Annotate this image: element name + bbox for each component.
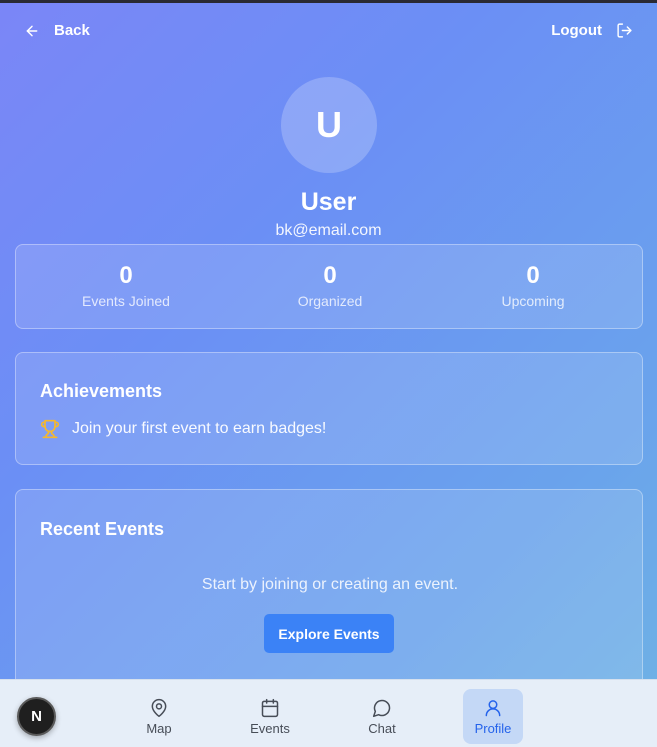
- stat-label: Events Joined: [82, 293, 170, 309]
- achievements-card: Achievements Join your first event to ea…: [15, 352, 643, 465]
- header: Back Logout: [0, 22, 657, 50]
- stat-value: 0: [323, 262, 337, 289]
- map-pin-icon: [149, 698, 169, 718]
- recent-events-empty-text: Start by joining or creating an event.: [201, 576, 459, 593]
- logout-label: Logout: [551, 22, 602, 39]
- stat-events-joined: 0 Events Joined: [26, 261, 226, 309]
- recent-events-title: Recent Events: [40, 519, 165, 539]
- stat-label: Organized: [297, 293, 363, 309]
- achievements-empty: Join your first event to earn badges!: [40, 419, 326, 439]
- tab-chat[interactable]: Chat: [352, 689, 412, 744]
- stat-upcoming: 0 Upcoming: [433, 261, 633, 309]
- profile-name: User: [300, 188, 357, 216]
- arrow-left-icon: [24, 23, 40, 39]
- tab-label: Events: [250, 720, 290, 736]
- tab-profile[interactable]: Profile: [463, 689, 523, 744]
- tab-label: Chat: [368, 720, 396, 736]
- stat-value: 0: [526, 262, 540, 289]
- explore-events-button[interactable]: Explore Events: [264, 614, 394, 653]
- achievements-title: Achievements: [40, 381, 163, 401]
- avatar: U: [281, 77, 377, 173]
- stat-label: Upcoming: [501, 293, 565, 309]
- achievements-empty-text: Join your first event to earn badges!: [72, 420, 327, 437]
- n-badge-button[interactable]: N: [17, 697, 56, 736]
- tab-label: Map: [146, 720, 172, 736]
- tab-events[interactable]: Events: [240, 689, 300, 744]
- user-icon: [483, 698, 503, 718]
- stat-organized: 0 Organized: [230, 261, 430, 309]
- top-border: [0, 0, 657, 3]
- logout-icon: [616, 22, 633, 39]
- recent-events-card: Recent Events Start by joining or creati…: [15, 489, 643, 699]
- stat-value: 0: [119, 262, 133, 289]
- profile-email: bk@email.com: [275, 222, 382, 239]
- tab-label: Profile: [474, 720, 512, 736]
- trophy-icon: [40, 419, 60, 439]
- logout-button[interactable]: Logout: [551, 22, 633, 39]
- stats-card: 0 Events Joined 0 Organized 0 Upcoming: [15, 244, 643, 329]
- back-button[interactable]: Back: [24, 22, 90, 39]
- back-label: Back: [54, 22, 90, 39]
- tab-map[interactable]: Map: [129, 689, 189, 744]
- bottom-nav: N Map Events Chat Profile: [0, 679, 657, 747]
- calendar-icon: [260, 698, 280, 718]
- chat-bubble-icon: [372, 698, 392, 718]
